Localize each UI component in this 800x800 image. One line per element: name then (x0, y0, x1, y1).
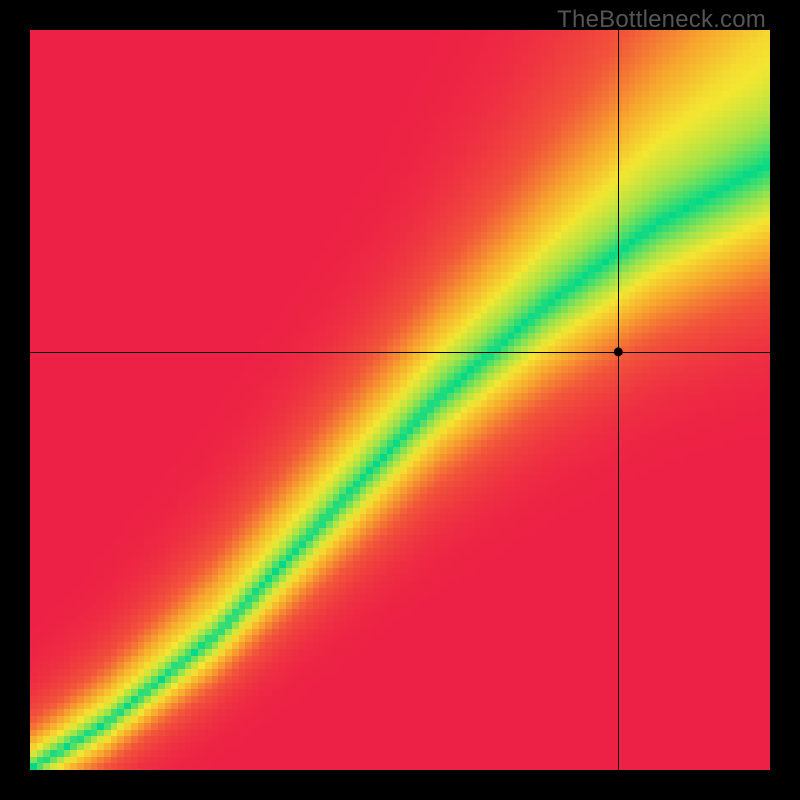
plot-area (30, 30, 770, 770)
watermark-text: TheBottleneck.com (557, 6, 766, 34)
heatmap-canvas (30, 30, 770, 770)
chart-frame: TheBottleneck.com (0, 0, 800, 800)
